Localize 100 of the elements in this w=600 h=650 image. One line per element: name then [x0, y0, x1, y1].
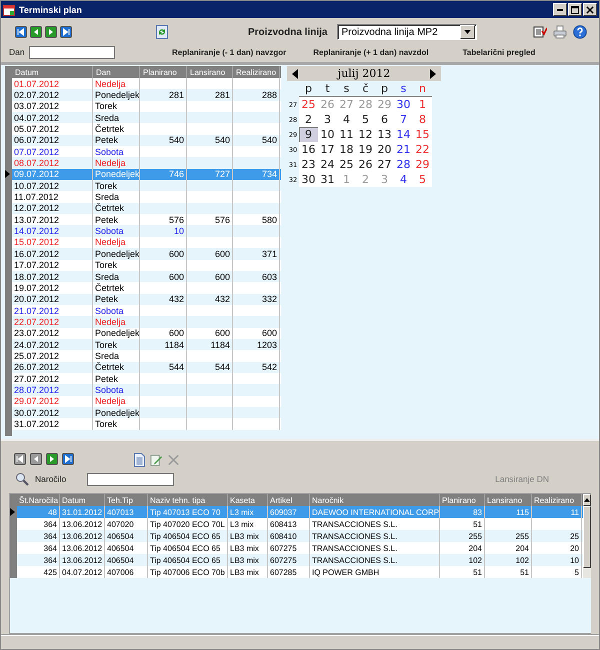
table-cell: 544: [214, 362, 230, 372]
table-cell: 576: [214, 214, 230, 225]
calendar-day[interactable]: 4: [394, 172, 413, 187]
table-cell: 281: [168, 90, 184, 100]
calendar-day[interactable]: 28: [394, 157, 413, 172]
table-cell: 406504: [107, 556, 134, 564]
calendar-day[interactable]: 5: [413, 172, 432, 187]
table-cell: 102: [516, 556, 529, 564]
minimize-button[interactable]: [553, 3, 567, 16]
calendar-day[interactable]: 19: [356, 142, 375, 157]
table-cell: 540: [262, 135, 277, 146]
refresh-icon[interactable]: [156, 25, 168, 39]
table-cell: 407013: [107, 508, 134, 516]
action-link[interactable]: Replaniranje (- 1 dan) navzgor: [172, 48, 286, 56]
calendar-day[interactable]: 5: [356, 112, 375, 127]
previous-month-icon[interactable]: [292, 68, 298, 78]
action-link[interactable]: Tabelarični pregled: [462, 48, 536, 56]
table-cell: 204: [516, 544, 529, 552]
calendar-day[interactable]: 11: [337, 127, 356, 142]
last-record-icon[interactable]: [60, 26, 72, 38]
printer-icon[interactable]: [553, 25, 567, 39]
close-button[interactable]: [583, 3, 597, 16]
table-row[interactable]: 364 13.06.2012 406504 Tip 406504 ECO 65 LB3 mix 607275 TRANSACCIONES S.L. 204 204 20: [10, 542, 583, 554]
table-cell: 542: [262, 362, 277, 372]
calendar-day[interactable]: 22: [413, 142, 432, 157]
calendar-day[interactable]: 10: [318, 127, 337, 142]
table-cell: 600: [168, 328, 184, 338]
calendar-day[interactable]: 17: [318, 142, 337, 157]
calendar-day[interactable]: 7: [394, 112, 413, 127]
calendar-day[interactable]: 26: [356, 157, 375, 172]
last-record-icon[interactable]: [62, 453, 74, 465]
checklist-icon[interactable]: [533, 25, 547, 39]
calendar-day[interactable]: 18: [337, 142, 356, 157]
table-cell: 204: [468, 544, 482, 552]
table-cell: Tip 406504 ECO 65: [150, 544, 220, 552]
table-cell: 13.06.2012: [62, 532, 102, 540]
table-cell: 10: [570, 556, 579, 564]
table-cell: 51: [473, 520, 482, 528]
table-row[interactable]: 364 13.06.2012 406504 Tip 406504 ECO 65 LB3 mix 608410 TRANSACCIONES S.L. 255 255 25: [10, 530, 583, 542]
action-link[interactable]: Replaniranje (+ 1 dan) navzdol: [313, 48, 429, 56]
table-cell: IQ POWER GMBH: [312, 568, 380, 576]
calendar-day[interactable]: 29: [413, 157, 432, 172]
scroll-up-icon[interactable]: [584, 498, 590, 502]
first-record-icon[interactable]: [14, 453, 26, 465]
first-record-icon[interactable]: [15, 26, 27, 38]
table-cell: TRANSACCIONES S.L.: [312, 544, 398, 552]
table-cell: TRANSACCIONES S.L.: [312, 556, 398, 564]
day-field[interactable]: [29, 46, 115, 58]
production-line-dropdown[interactable]: Proizvodna linija MP2: [337, 24, 478, 40]
table-row[interactable]: 364 13.06.2012 407020 Tip 407020 ECO 70L L3 mix 608413 TRANSACCIONES S.L. 51: [10, 518, 583, 530]
table-cell: 364: [44, 520, 57, 528]
calendar-day[interactable]: 30: [394, 97, 413, 112]
table-row[interactable]: 425 04.07.2012 407006 Tip 407006 ECO 70b LB3 mix 607285 IQ POWER GMBH 51 51 5: [10, 566, 583, 578]
window-title: Terminski plan: [19, 4, 82, 14]
table-cell: 576: [168, 214, 184, 225]
month-title: julij 2012: [338, 67, 390, 80]
calendar-day[interactable]: 23: [299, 157, 318, 172]
calendar-day[interactable]: 24: [318, 157, 337, 172]
next-month-icon[interactable]: [430, 68, 436, 78]
document-icon[interactable]: [133, 453, 146, 467]
calendar-day[interactable]: 1: [413, 97, 432, 112]
calendar-day[interactable]: 9: [299, 127, 318, 142]
table-cell: TRANSACCIONES S.L.: [312, 520, 398, 528]
current-row-icon: [10, 508, 15, 516]
calendar-day[interactable]: 4: [337, 112, 356, 127]
calendar-day[interactable]: 20: [375, 142, 394, 157]
calendar-day[interactable]: 31: [318, 172, 337, 187]
calendar-day[interactable]: 13: [375, 127, 394, 142]
search-icon[interactable]: [15, 472, 29, 486]
maximize-button[interactable]: [568, 3, 582, 16]
table-cell: 425: [44, 568, 57, 576]
calendar-day[interactable]: 6: [375, 112, 394, 127]
current-row-icon: [5, 170, 10, 178]
calendar-day[interactable]: 14: [394, 127, 413, 142]
calendar-day[interactable]: 8: [413, 112, 432, 127]
calendar-day[interactable]: 25: [337, 157, 356, 172]
calendar-day[interactable]: 15: [413, 127, 432, 142]
calendar-day[interactable]: 2: [299, 112, 318, 127]
calendar-day[interactable]: 16: [299, 142, 318, 157]
previous-record-icon[interactable]: [30, 453, 42, 465]
edit-icon[interactable]: [150, 453, 163, 467]
vertical-scrollbar[interactable]: [583, 494, 591, 578]
next-record-icon[interactable]: [45, 26, 57, 38]
previous-record-icon[interactable]: [30, 26, 42, 38]
table-cell: 603: [262, 272, 277, 282]
help-icon[interactable]: [573, 25, 587, 39]
calendar-day[interactable]: 27: [375, 157, 394, 172]
table-row[interactable]: 364 13.06.2012 406504 Tip 406504 ECO 65 LB3 mix 607275 TRANSACCIONES S.L. 102 102 10: [10, 554, 583, 566]
calendar-day[interactable]: 25: [299, 97, 318, 112]
next-record-icon[interactable]: [46, 453, 58, 465]
calendar-day[interactable]: 3: [318, 112, 337, 127]
table-cell: 364: [44, 556, 57, 564]
order-field[interactable]: [87, 472, 174, 486]
calendar-day[interactable]: 30: [299, 172, 318, 187]
table-cell: 544: [168, 362, 184, 372]
table-cell: LB3 mix: [230, 532, 259, 540]
dropdown-arrow-icon[interactable]: [464, 30, 472, 34]
calendar-day[interactable]: 21: [394, 142, 413, 157]
table-cell: 31.01.2012: [62, 508, 102, 516]
calendar-day[interactable]: 12: [356, 127, 375, 142]
